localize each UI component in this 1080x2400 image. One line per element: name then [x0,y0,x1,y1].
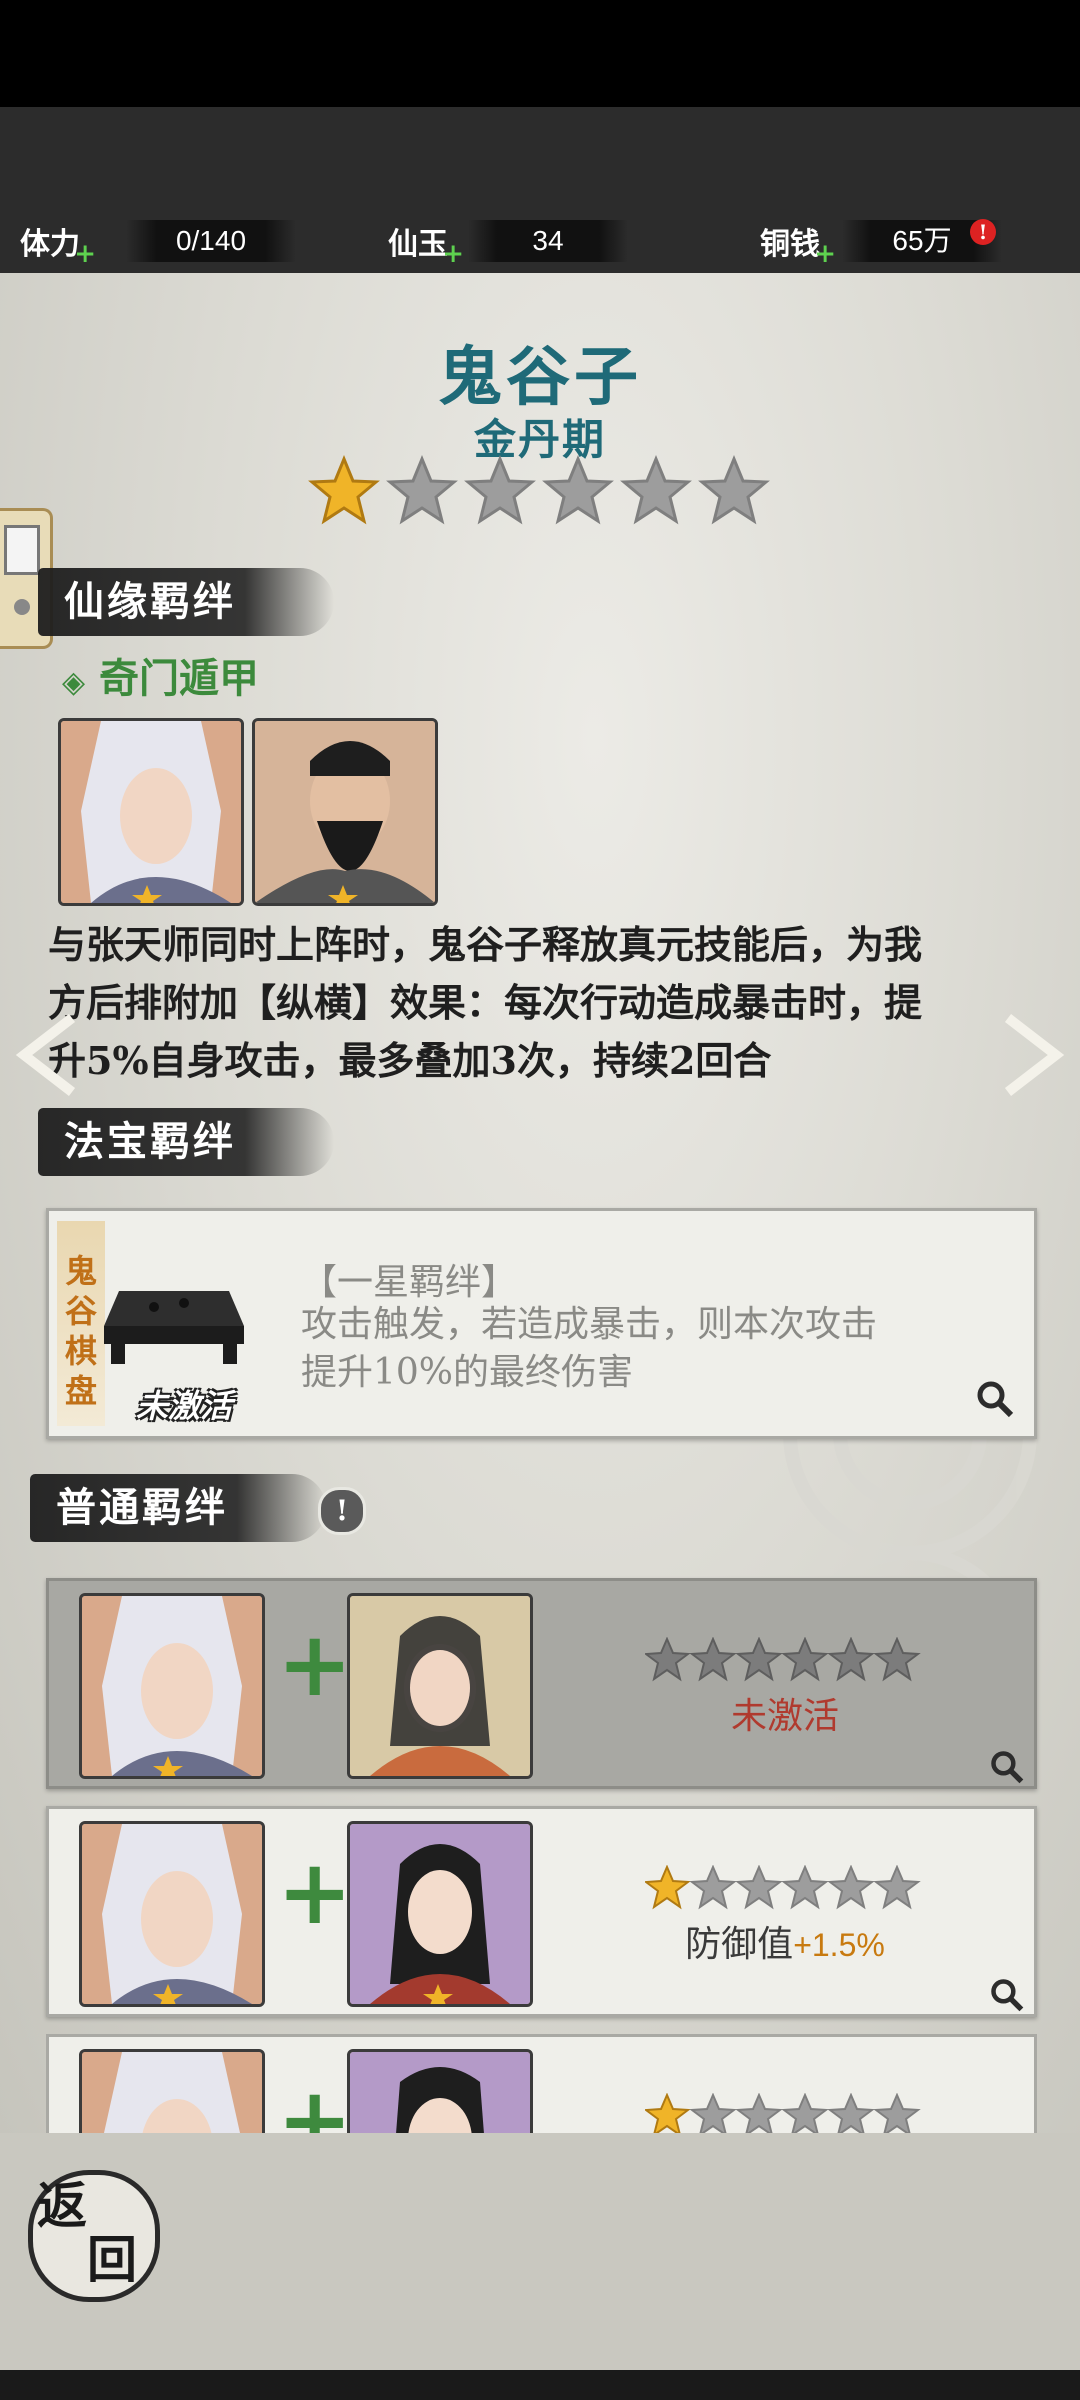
resource-value: 34 [468,220,628,262]
resource-label: 仙玉 [388,227,448,262]
bond-row[interactable]: + [46,2034,1037,2133]
hero-portrait-partner [347,1821,533,2007]
add-icon[interactable]: + [442,239,464,269]
bond-row[interactable]: + 未激活 [46,1578,1037,1789]
back-label-1: 返 [37,2176,87,2235]
hero-portrait-guiguzi[interactable] [58,718,244,906]
scroll-icon [4,525,40,575]
resource-label: 铜钱 [760,227,820,262]
back-label-2: 回 [87,2230,137,2289]
bottom-bar [0,2133,1080,2370]
bond-subtitle: ◈ 奇门遁甲 [62,655,260,702]
treasure-status: 未激活 [135,1387,232,1425]
diamond-icon: ◈ [62,665,86,700]
hero-portrait-partner [347,1593,533,1779]
bond-row-clip: + [46,2034,1037,2133]
section-title-putong: 普通羁绊 [30,1474,326,1542]
hero-portrait-guiguzi [79,1821,265,2007]
resource-value: 0/140 [126,220,296,262]
bond-star-rating [645,2093,921,2133]
treasure-bond-card[interactable]: 鬼谷棋盘 未激活 【一星羁绊】 攻击触发，若造成暴击，则本次攻击 提升10%的最… [46,1208,1037,1439]
hero-portrait-partner [347,2049,533,2133]
back-button[interactable]: 返 回 返回 [28,2170,160,2302]
bond-star-rating [645,1637,921,1682]
magnify-icon[interactable] [975,1379,1015,1419]
hero-portrait-zhangtianshi[interactable] [252,718,438,906]
add-icon[interactable]: + [74,239,96,269]
resource-stamina[interactable]: 体力 + 0/140 [20,213,296,269]
hero-portrait-guiguzi [79,1593,265,1779]
system-nav-bar [0,2370,1080,2400]
plus-icon: + [277,2067,353,2133]
magnify-icon[interactable] [989,1749,1025,1785]
treasure-name: 鬼谷棋盘 [64,1252,97,1410]
alert-icon: ! [970,219,996,245]
bond-star-rating [645,1865,921,1910]
hero-star-rating [308,455,778,527]
hero-portrait-guiguzi [79,2049,265,2133]
treasure-bond-desc: 攻击触发，若造成暴击，则本次攻击 提升10%的最终伤害 [301,1304,878,1393]
prev-arrow-button[interactable] [12,1010,82,1104]
next-arrow-button[interactable] [998,1010,1068,1104]
status-bar [0,0,1080,107]
bond-row[interactable]: + 防御值+1.5% [46,1806,1037,2017]
bond-description: 与张天师同时上阵时，鬼谷子释放真元技能后，为我 方后排附加【纵横】效果：每次行动… [48,922,923,1083]
info-icon[interactable]: ! [318,1487,366,1535]
section-title-fabao: 法宝羁绊 [38,1108,334,1176]
bond-status: 未激活 [730,1696,839,1737]
plus-icon: + [277,1839,353,1945]
go-board-icon [104,1291,244,1364]
resource-copper[interactable]: 铜钱 + 65万 ! [760,213,1002,269]
plus-icon: + [277,1611,353,1717]
magnify-icon[interactable] [989,1977,1025,2013]
add-icon[interactable]: + [814,239,836,269]
resource-label: 体力 [20,227,80,262]
bond-level-title: 【一星羁绊】 [301,1262,518,1303]
hero-name: 鬼谷子 [438,340,642,415]
resource-jade[interactable]: 仙玉 + 34 [388,213,628,269]
bond-bonus: 防御值+1.5% [685,1924,885,1965]
star-icon [308,455,380,525]
section-title-xianyuan: 仙缘羁绊 [38,568,334,636]
